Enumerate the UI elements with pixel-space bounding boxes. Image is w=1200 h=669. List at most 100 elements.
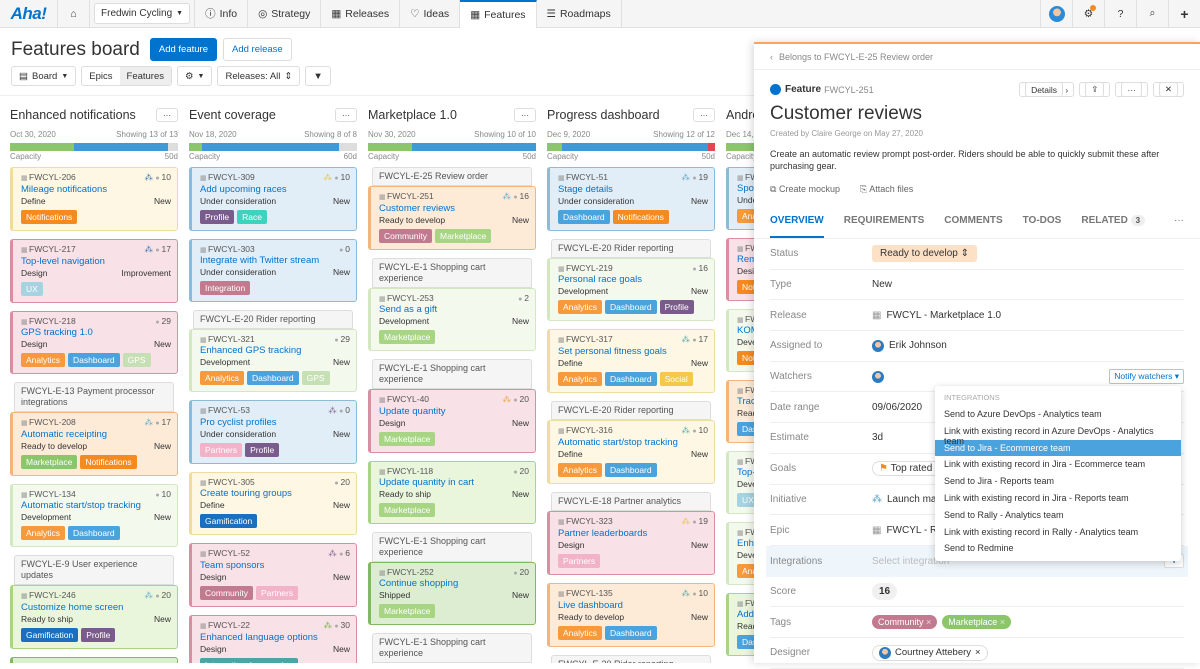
settings-button[interactable]: ⚙ (1072, 0, 1104, 27)
tag-pill[interactable]: Community × (872, 615, 938, 630)
tag[interactable]: Dashboard (605, 372, 657, 386)
feature-title[interactable]: Customer reviews (754, 97, 1200, 125)
tag-pill[interactable]: Marketplace × (942, 615, 1012, 630)
share-button[interactable]: ⇪ (1079, 82, 1111, 97)
tag[interactable]: Partners (255, 586, 299, 600)
tag[interactable]: Analytics (558, 372, 603, 386)
feature-id[interactable]: FWCYL-253 (387, 293, 434, 303)
feature-title[interactable]: Personal race goals (558, 274, 708, 285)
feature-title[interactable]: Add upcoming races (200, 184, 350, 195)
feature-title[interactable]: Set personal fitness goals (558, 346, 708, 357)
watcher-avatar[interactable] (872, 370, 884, 383)
column-name[interactable]: Event coverage (189, 108, 276, 122)
feature-card[interactable]: ▦FWCYL-52 ⁂ ● 6 Team sponsors Design New Comm… (189, 543, 357, 607)
tag[interactable]: Dashboard (68, 526, 120, 540)
feature-card[interactable]: ▦FWCYL-218 ● 29 GPS tracking 1.0 Design New A… (10, 311, 178, 374)
feature-card[interactable]: ▦FWCYL-303 ● 0 Integrate with Twitter stre… (189, 239, 357, 302)
epic-header[interactable]: FWCYL-E-18 Partner analytics (551, 492, 711, 511)
tag[interactable]: GPS (122, 353, 151, 367)
column-name[interactable]: Enhanced notifications (10, 108, 136, 122)
feature-title[interactable]: Customize home screen (21, 602, 171, 613)
feature-card[interactable]: ▦FWCYL-305 ● 20 Create touring groups Defin… (189, 472, 357, 535)
feature-card[interactable]: ▦FWCYL-253 ● 2 Send as a gift Development Ne… (368, 288, 536, 351)
tag[interactable]: Notifications (80, 455, 137, 469)
feature-title[interactable]: Automatic start/stop tracking (558, 437, 708, 448)
feature-title[interactable]: Create touring groups (200, 488, 350, 499)
feature-id[interactable]: FWCYL-208 (29, 417, 76, 427)
feature-id[interactable]: FWCYL-118 (387, 466, 433, 476)
feature-card[interactable]: ▦FWCYL-246 ⁂ ● 20 Customize home screen Rea… (10, 585, 178, 649)
feature-card[interactable]: ▦FWCYL-118 ● 20 Update quantity in cart Rea… (368, 461, 536, 524)
tab-todos[interactable]: TO-DOS (1023, 215, 1062, 238)
assigned-value[interactable]: Erik Johnson (872, 339, 1184, 352)
feature-id[interactable]: FWCYL-317 (566, 334, 613, 344)
epic-header[interactable]: FWCYL-E-20 Rider reporting (551, 655, 711, 663)
feature-title[interactable]: Mileage notifications (21, 184, 171, 195)
feature-card[interactable]: ▦FWCYL-323 ⁂ ● 19 Partner leaderboards Desi… (547, 511, 715, 575)
more-button[interactable]: ··· (1115, 82, 1148, 97)
feature-title[interactable]: Top-level navigation (21, 256, 171, 267)
tag[interactable]: Analytics (558, 626, 603, 640)
tag[interactable]: Gamification (200, 514, 258, 528)
attach-files-link[interactable]: ⎘ Attach files (860, 184, 913, 195)
feature-card[interactable]: ▦FWCYL-219 ● 16 Personal race goals Develop… (547, 258, 715, 321)
tag[interactable]: Marketplace (434, 229, 492, 243)
epic-header[interactable]: FWCYL-E-1 Shopping cart experience (372, 359, 532, 389)
feature-id[interactable]: FWCYL-135 (566, 588, 613, 598)
epic-header[interactable]: FWCYL-E-9 User experience updates (14, 555, 174, 585)
nav-releases[interactable]: ▦ Releases (321, 0, 401, 27)
dropdown-item[interactable]: Send to Rally - Analytics team (935, 507, 1181, 524)
epic-header[interactable]: FWCYL-E-20 Rider reporting (551, 401, 711, 420)
dropdown-item[interactable]: Send to Redmine (935, 540, 1181, 557)
column-more-button[interactable]: ··· (514, 108, 536, 122)
tag[interactable]: Analytics (558, 300, 603, 314)
tag[interactable]: Profile (245, 443, 280, 457)
add-feature-button[interactable]: Add feature (149, 38, 217, 61)
feature-id[interactable]: FWCYL-219 (566, 263, 613, 273)
tag[interactable]: Social (659, 372, 693, 386)
dropdown-item[interactable]: Link with existing record in Azure DevOp… (935, 423, 1181, 446)
view-selector[interactable]: ▤ Board ▼ (11, 66, 77, 86)
epic-header[interactable]: FWCYL-E-25 Review order (372, 167, 532, 186)
user-avatar-button[interactable] (1040, 0, 1072, 27)
feature-title[interactable]: Pro cyclist profiles (200, 417, 350, 428)
tag[interactable]: Partners (200, 443, 243, 457)
nav-ideas[interactable]: ♡ Ideas (400, 0, 461, 27)
tab-requirements[interactable]: REQUIREMENTS (844, 215, 925, 238)
settings-dropdown[interactable]: ⚙ ▼ (177, 66, 213, 86)
feature-id[interactable]: FWCYL-53 (208, 405, 250, 415)
add-button[interactable]: + (1168, 0, 1200, 27)
release-value[interactable]: ▦ FWCYL - Marketplace 1.0 (872, 310, 1184, 321)
tag[interactable]: GPS (301, 371, 330, 385)
feature-card[interactable]: ▦FWCYL-53 ⁂ ● 0 Pro cyclist profiles Under … (189, 400, 357, 464)
tag[interactable]: International expansion (200, 658, 298, 663)
tag[interactable]: Community (379, 229, 432, 243)
tag[interactable]: Marketplace (379, 503, 436, 517)
tag[interactable]: Community (200, 586, 253, 600)
feature-id[interactable]: FWCYL-305 (208, 477, 255, 487)
epic-header[interactable]: FWCYL-E-1 Shopping cart experience (372, 532, 532, 562)
feature-title[interactable]: Enhanced GPS tracking (200, 345, 350, 356)
feature-id[interactable]: FWCYL-22 (208, 620, 250, 630)
feature-id[interactable]: FWCYL-40 (387, 394, 429, 404)
releases-filter[interactable]: Releases: All ⇕ (217, 66, 301, 86)
dropdown-item[interactable]: Link with existing record in Jira - Repo… (935, 490, 1181, 507)
remove-tag-icon[interactable]: × (997, 617, 1005, 627)
feature-card[interactable]: ▦FWCYL-252 ● 20 Continue shopping Shipped Ne… (368, 562, 536, 625)
feature-title[interactable]: Partner leaderboards (558, 528, 708, 539)
tag[interactable]: Dashboard (558, 210, 610, 224)
nav-features[interactable]: ▦ Features (460, 0, 537, 28)
feature-title[interactable]: Automatic receipting (21, 429, 171, 440)
column-name[interactable]: Marketplace 1.0 (368, 108, 457, 122)
feature-title[interactable]: Send as a gift (379, 304, 529, 315)
feature-title[interactable]: Automatic start/stop tracking (21, 500, 171, 511)
help-button[interactable]: ? (1104, 0, 1136, 27)
aha-logo[interactable]: Aha! (0, 0, 58, 27)
tag[interactable]: Dashboard (605, 463, 657, 477)
feature-title[interactable]: Continue shopping (379, 578, 529, 589)
search-button[interactable]: ⌕ (1136, 0, 1168, 27)
feature-id[interactable]: FWCYL-321 (208, 334, 255, 344)
tag[interactable]: Analytics (200, 371, 245, 385)
close-button[interactable]: ✕ (1152, 82, 1184, 97)
epic-header[interactable]: FWCYL-E-1 Shopping cart experience (372, 633, 532, 663)
